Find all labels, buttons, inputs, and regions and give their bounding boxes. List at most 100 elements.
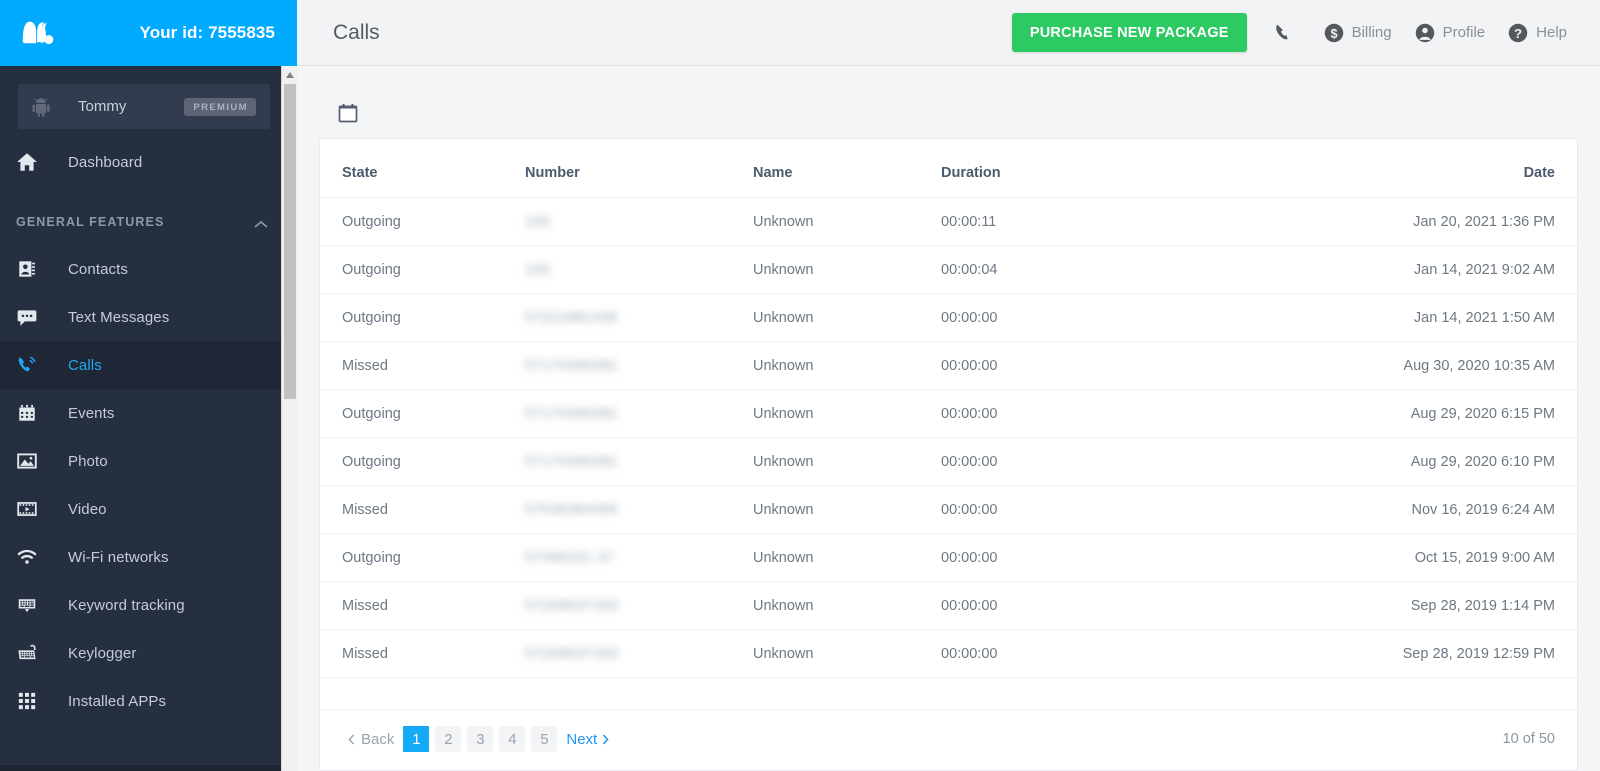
column-header-name[interactable]: Name	[753, 139, 941, 198]
sidebar-item-events[interactable]: Events	[0, 389, 288, 437]
cell-state: Missed	[320, 485, 525, 534]
redacted-phone-number: 07175346281	[525, 453, 619, 470]
cell-number: 07536364495	[525, 485, 753, 534]
sidebar-item-wifi-networks[interactable]: Wi-Fi networks	[0, 533, 288, 581]
sidebar-item-installed-apps-label: Installed APPs	[68, 692, 167, 710]
cell-name: Unknown	[753, 533, 941, 582]
cell-date: Jan 20, 2021 1:36 PM	[1259, 197, 1577, 246]
sidebar: Your id: 7555835 Tommy PREMIUM Dashboard…	[0, 0, 297, 771]
table-row[interactable]: Outgoing 100 Unknown 00:00:11 Jan 20, 2021 1…	[320, 197, 1577, 246]
sidebar-item-keylogger-label: Keylogger	[68, 644, 137, 662]
cell-date: Oct 15, 2019 9:00 AM	[1259, 533, 1577, 582]
cell-state: Outgoing	[320, 437, 525, 486]
calls-table-head: State Number Name Duration Date	[320, 139, 1577, 198]
sidebar-item-keyword-tracking[interactable]: Keyword tracking	[0, 581, 288, 629]
table-row[interactable]: Outgoing 100 Unknown 00:00:04 Jan 14, 2021 9…	[320, 245, 1577, 294]
table-row[interactable]: Outgoing 07221681436 Unknown 00:00:00 Jan 14…	[320, 293, 1577, 342]
sidebar-item-text-messages[interactable]: Text Messages	[0, 293, 288, 341]
svg-text:$: $	[1330, 26, 1337, 40]
sidebar-scrollbar-thumb[interactable]	[284, 84, 296, 399]
sidebar-item-wifi-networks-label: Wi-Fi networks	[68, 548, 169, 566]
calls-table-header-row: State Number Name Duration Date	[320, 139, 1577, 198]
sidebar-item-events-label: Events	[68, 404, 115, 422]
sidebar-section-label: GENERAL FEATURES	[16, 215, 165, 229]
pagination-page-2[interactable]: 2	[435, 726, 462, 752]
header-link-billing[interactable]: $ Billing	[1312, 22, 1403, 44]
table-row[interactable]: Outgoing 07175346281 Unknown 00:00:00 Aug 29…	[320, 389, 1577, 438]
table-row[interactable]: Outgoing 07175346281 Unknown 00:00:00 Aug 29…	[320, 437, 1577, 486]
redacted-phone-number: 07175346281	[525, 405, 619, 422]
cell-duration: 00:00:00	[941, 533, 1259, 582]
sidebar-scrollbar[interactable]	[281, 66, 297, 771]
filter-toolbar	[319, 88, 1578, 138]
film-strip-icon	[16, 498, 38, 520]
pagination-back-button[interactable]: Back	[342, 731, 400, 748]
cell-date: Aug 29, 2020 6:15 PM	[1259, 389, 1577, 438]
pagination-page-5[interactable]: 5	[531, 726, 558, 752]
cell-name: Unknown	[753, 629, 941, 678]
sidebar-nav: Tommy PREMIUM Dashboard GENERAL FEATURES	[0, 84, 288, 725]
redacted-phone-number: 07536364495	[525, 501, 619, 518]
purchase-new-package-button[interactable]: PURCHASE NEW PACKAGE	[1011, 13, 1247, 52]
calls-card: State Number Name Duration Date Outgoing…	[319, 138, 1578, 771]
device-selector[interactable]: Tommy PREMIUM	[18, 84, 270, 129]
cell-date: Sep 28, 2019 1:14 PM	[1259, 581, 1577, 630]
pagination-next-button[interactable]: Next	[560, 731, 615, 748]
dollar-circle-icon: $	[1323, 22, 1345, 44]
table-row[interactable]: Missed 07536364495 Unknown 00:00:00 Nov 16, …	[320, 485, 1577, 534]
header-link-help[interactable]: ? Help	[1496, 22, 1578, 44]
brand-bar: Your id: 7555835	[0, 0, 297, 66]
cell-number: 100	[525, 197, 753, 246]
chevron-up-icon	[254, 218, 268, 228]
cell-state: Outgoing	[320, 197, 525, 246]
chevron-left-icon	[348, 733, 355, 745]
pagination-page-3[interactable]: 3	[467, 726, 494, 752]
sidebar-item-video[interactable]: Video	[0, 485, 288, 533]
device-name: Tommy	[78, 98, 127, 115]
cell-name: Unknown	[753, 341, 941, 390]
calendar-events-icon	[16, 402, 38, 424]
header-links: $ Billing Profile ? Help	[1247, 22, 1578, 44]
sidebar-item-dashboard[interactable]: Dashboard	[0, 135, 288, 189]
phone-ring-icon	[16, 354, 38, 376]
redacted-phone-number: 07175346281	[525, 357, 619, 374]
cell-date: Nov 16, 2019 6:24 AM	[1259, 485, 1577, 534]
column-header-state[interactable]: State	[320, 139, 525, 198]
cell-state: Outgoing	[320, 389, 525, 438]
cell-state: Outgoing	[320, 533, 525, 582]
mspy-m-logo-icon[interactable]	[20, 18, 56, 48]
sidebar-item-keylogger[interactable]: Keylogger	[0, 629, 288, 677]
column-header-date[interactable]: Date	[1259, 139, 1577, 198]
sidebar-item-installed-apps[interactable]: Installed APPs	[0, 677, 288, 725]
sidebar-item-photo[interactable]: Photo	[0, 437, 288, 485]
cell-duration: 00:00:00	[941, 389, 1259, 438]
pagination-page-4[interactable]: 4	[499, 726, 526, 752]
table-row[interactable]: Missed 07209637163 Unknown 00:00:00 Sep 28, …	[320, 629, 1577, 678]
cell-duration: 00:00:04	[941, 245, 1259, 294]
grid-dots-icon	[16, 690, 38, 712]
table-row[interactable]: Outgoing 07346231 37 Unknown 00:00:00 Oct 15…	[320, 533, 1577, 582]
calls-table-body: Outgoing 100 Unknown 00:00:11 Jan 20, 2021 1…	[320, 197, 1577, 678]
header-link-profile[interactable]: Profile	[1403, 22, 1497, 44]
calendar-icon[interactable]	[337, 102, 359, 124]
cell-duration: 00:00:00	[941, 437, 1259, 486]
scroll-up-arrow-icon[interactable]	[282, 66, 297, 83]
redacted-phone-number: 07209637163	[525, 645, 619, 662]
redacted-phone-number: 07346231 37	[525, 549, 615, 566]
table-row[interactable]: Missed 07209637163 Unknown 00:00:00 Sep 28, …	[320, 581, 1577, 630]
pagination-page-1[interactable]: 1	[403, 726, 430, 752]
column-header-number[interactable]: Number	[525, 139, 753, 198]
table-row[interactable]: Missed 07175346281 Unknown 00:00:00 Aug 30, …	[320, 341, 1577, 390]
image-icon	[16, 450, 38, 472]
sidebar-item-calls[interactable]: Calls	[0, 341, 288, 389]
app-window: Your id: 7555835 Tommy PREMIUM Dashboard…	[0, 0, 1600, 771]
cell-duration: 00:00:00	[941, 341, 1259, 390]
column-header-duration[interactable]: Duration	[941, 139, 1259, 198]
header-link-billing-label: Billing	[1351, 24, 1392, 41]
cell-name: Unknown	[753, 293, 941, 342]
pagination: Back 12345 Next	[342, 726, 615, 752]
sidebar-section-general-features[interactable]: GENERAL FEATURES	[0, 199, 288, 245]
sidebar-item-contacts[interactable]: Contacts	[0, 245, 288, 293]
header-link-phone[interactable]	[1261, 22, 1312, 44]
cell-state: Outgoing	[320, 245, 525, 294]
